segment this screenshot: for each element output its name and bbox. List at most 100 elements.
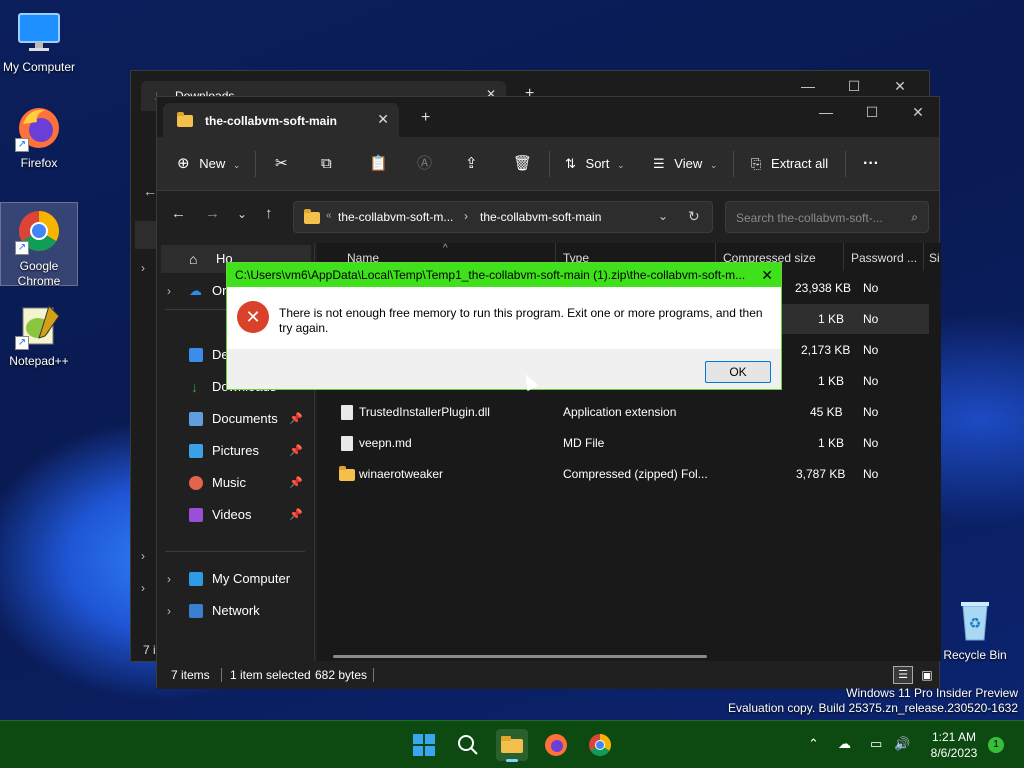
videos-icon — [189, 508, 203, 522]
extract-all-button[interactable]: ⎘ Extract all — [751, 137, 828, 191]
chevron-right-icon[interactable]: › — [141, 261, 145, 275]
cloud-icon: ☁ — [189, 283, 202, 298]
active-indicator — [506, 759, 518, 762]
search-placeholder: Search the-collabvm-soft-... — [736, 211, 883, 225]
documents-icon — [189, 412, 203, 426]
back-arrow-icon[interactable]: ← — [143, 183, 157, 199]
column-divider[interactable] — [923, 243, 924, 271]
nav-item-videos[interactable]: Videos 📌 — [157, 501, 307, 529]
cell-compressed: 3,787 KB — [796, 467, 846, 481]
nav-item-pictures[interactable]: Pictures 📌 — [157, 437, 307, 465]
volume-icon[interactable]: 🔊 — [894, 736, 910, 752]
folder-icon — [304, 209, 320, 224]
toolbar-divider — [549, 151, 550, 177]
refresh-icon[interactable]: ↻ — [688, 208, 700, 225]
pin-icon[interactable]: 📌 — [289, 469, 303, 497]
maximize-icon[interactable]: ☐ — [849, 97, 895, 127]
toolbar-divider — [255, 151, 256, 177]
ok-button[interactable]: OK — [705, 361, 771, 383]
cell-name: veepn.md — [359, 436, 412, 450]
tab-collabvm[interactable]: the-collabvm-soft-main ✕ — [163, 103, 399, 137]
search-button[interactable] — [452, 729, 484, 761]
desktop-icon-firefox[interactable]: ↗ Firefox — [0, 104, 78, 171]
toolbar-divider — [733, 151, 734, 177]
table-row[interactable]: veepn.md MD File 1 KB No — [329, 428, 929, 458]
up-arrow-icon[interactable]: ↑ — [265, 205, 273, 222]
breadcrumb-segment[interactable]: the-collabvm-soft-main — [480, 210, 601, 224]
network-icon — [189, 604, 203, 618]
search-icon: ⌕ — [911, 210, 918, 224]
taskbar-firefox[interactable] — [540, 729, 572, 761]
new-tab-icon[interactable]: + — [421, 109, 430, 127]
view-button[interactable]: ☰ View ⌄ — [653, 137, 717, 191]
chevron-right-icon: › — [167, 284, 171, 298]
dialog-body: ✕ There is not enough free memory to run… — [227, 287, 781, 349]
notification-badge[interactable]: 1 — [988, 737, 1004, 753]
rename-icon[interactable]: Ⓐ — [417, 137, 432, 191]
column-header-size[interactable]: Si — [929, 251, 940, 265]
minimize-icon[interactable]: — — [803, 97, 849, 127]
address-dropdown-icon[interactable]: ⌄ — [658, 209, 668, 223]
delete-icon[interactable]: 🗑 — [513, 137, 532, 191]
pin-icon[interactable]: 📌 — [289, 501, 303, 529]
taskbar: ⌃ ☁ ▭ 🔊 1:21 AM 8/6/2023 1 — [0, 720, 1024, 768]
close-icon[interactable]: ✕ — [895, 97, 941, 127]
copy-icon[interactable]: ⧉ — [321, 137, 332, 191]
start-button[interactable] — [408, 729, 440, 761]
nav-item-my-computer[interactable]: › My Computer — [157, 565, 307, 593]
column-divider[interactable] — [843, 243, 844, 271]
taskbar-chrome[interactable] — [584, 729, 616, 761]
desktop-icon-my-computer[interactable]: My Computer — [0, 8, 78, 75]
share-icon[interactable]: ⇪ — [465, 137, 478, 191]
taskbar-clock[interactable]: 1:21 AM 8/6/2023 — [920, 729, 988, 761]
details-view-icon[interactable]: ☰ — [893, 666, 913, 684]
status-item-count: 7 items — [171, 668, 210, 682]
show-hidden-icons-chevron-icon[interactable]: ⌃ — [808, 736, 819, 752]
dialog-close-icon[interactable]: ✕ — [761, 263, 773, 287]
cut-icon[interactable]: ✂ — [275, 137, 288, 191]
chevron-right-icon[interactable]: › — [141, 581, 145, 595]
view-icon: ☰ — [653, 156, 665, 171]
taskbar-file-explorer[interactable] — [496, 729, 528, 762]
nav-item-network[interactable]: › Network — [157, 597, 307, 625]
desktop-icon-notepadpp[interactable]: ↗ Notepad++ — [0, 302, 78, 369]
cell-compressed: 1 KB — [818, 312, 845, 326]
status-bar: 7 items 1 item selected 682 bytes ☰ ▣ — [157, 661, 939, 689]
sort-button[interactable]: ⇅ Sort ⌄ — [565, 137, 625, 191]
pin-icon[interactable]: 📌 — [289, 405, 303, 433]
music-icon — [189, 476, 203, 490]
back-arrow-icon[interactable]: ← — [171, 205, 186, 222]
cell-password: No — [863, 467, 879, 481]
table-row[interactable]: TrustedInstallerPlugin.dll Application e… — [329, 397, 929, 427]
svg-text:♻: ♻ — [969, 616, 982, 632]
desktop-icon-recycle-bin[interactable]: ♻ Recycle Bin — [936, 596, 1014, 663]
network-disconnected-icon[interactable]: ☁ — [838, 736, 851, 752]
search-input[interactable]: Search the-collabvm-soft-... ⌕ — [725, 201, 929, 233]
recent-locations-chevron-icon[interactable]: ⌄ — [237, 207, 247, 221]
status-divider — [373, 668, 374, 682]
more-options-icon[interactable]: ··· — [863, 137, 879, 191]
tiles-view-icon[interactable]: ▣ — [917, 666, 937, 684]
error-dialog[interactable]: C:\Users\vm6\AppData\Local\Temp\Temp1_th… — [226, 262, 782, 390]
desktop-icon-label: Recycle Bin — [943, 648, 1007, 662]
nav-item-documents[interactable]: Documents 📌 — [157, 405, 307, 433]
paste-icon[interactable]: 📋 — [369, 137, 388, 191]
overflow-icon[interactable]: « — [326, 210, 332, 221]
address-input[interactable]: « the-collabvm-soft-m... › the-collabvm-… — [293, 201, 713, 233]
table-row[interactable]: winaerotweaker Compressed (zipped) Fol..… — [329, 459, 929, 489]
horizontal-scrollbar[interactable] — [333, 655, 707, 658]
column-header-password[interactable]: Password ... — [851, 251, 917, 265]
forward-arrow-icon[interactable]: → — [205, 205, 220, 222]
chevron-down-icon: ⌄ — [709, 160, 718, 170]
pin-icon[interactable]: 📌 — [289, 437, 303, 465]
tab-close-icon[interactable]: ✕ — [377, 111, 389, 128]
chevron-right-icon[interactable]: › — [141, 549, 145, 563]
cell-password: No — [863, 374, 879, 388]
desktop-icon-google-chrome[interactable]: ↗ Google Chrome — [0, 202, 78, 288]
new-button[interactable]: ⊕ New ⌄ — [177, 137, 240, 191]
network-icon[interactable]: ▭ — [870, 736, 882, 752]
nav-item-music[interactable]: Music 📌 — [157, 469, 307, 497]
desktop-icon — [189, 348, 203, 362]
breadcrumb-segment[interactable]: the-collabvm-soft-m... — [338, 210, 453, 224]
explorer-window-collabvm[interactable]: the-collabvm-soft-main ✕ + — ☐ ✕ ⊕ New ⌄… — [156, 96, 941, 689]
